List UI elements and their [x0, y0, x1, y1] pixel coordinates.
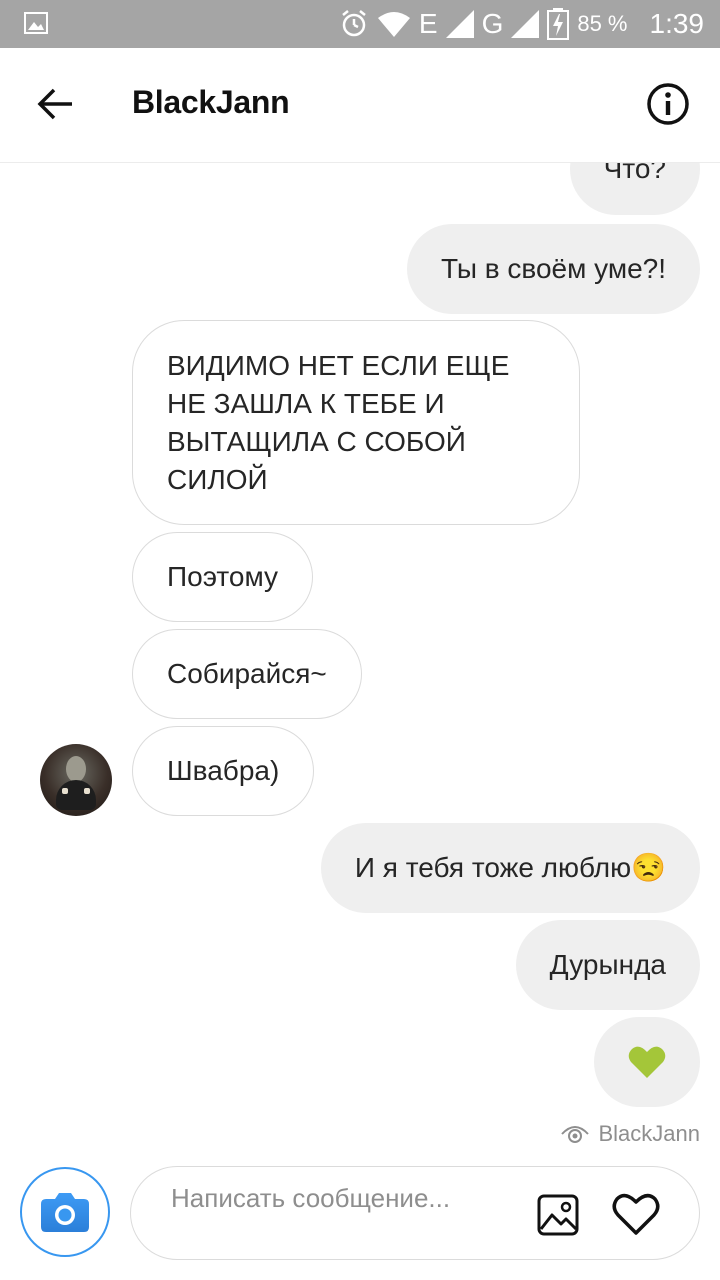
camera-icon: [41, 1193, 89, 1232]
gallery-icon[interactable]: [536, 1193, 580, 1237]
camera-button[interactable]: [20, 1167, 110, 1257]
eye-icon: [561, 1126, 590, 1143]
wifi-icon: [377, 12, 410, 37]
message-text: Ты в своём уме?!: [440, 253, 666, 284]
conversation-title[interactable]: BlackJann: [132, 84, 290, 121]
message-incoming[interactable]: Поэтому: [132, 532, 314, 622]
message-text: Поэтому: [167, 561, 279, 592]
clock: 1:39: [649, 8, 705, 39]
message-outgoing[interactable]: Что?: [569, 163, 700, 215]
sender-avatar[interactable]: [40, 744, 112, 816]
signal-icon: [445, 10, 474, 38]
seen-indicator: BlackJann: [560, 1121, 700, 1147]
message-outgoing[interactable]: Дурында: [515, 920, 700, 1010]
message-outgoing[interactable]: И я тебя тоже люблю😒: [320, 823, 700, 913]
message-incoming[interactable]: ВИДИМО НЕТ ЕСЛИ ЕЩЕ НЕ ЗАШЛА К ТЕБЕ И ВЫ…: [132, 320, 580, 525]
status-bar: E G 85 % 1:39: [0, 0, 720, 48]
message-text: ВИДИМО НЕТ ЕСЛИ ЕЩЕ НЕ ЗАШЛА К ТЕБЕ И ВЫ…: [167, 349, 510, 495]
like-heart-icon[interactable]: [611, 1191, 661, 1237]
message-text: Дурында: [549, 949, 666, 980]
message-composer: Написать сообщение...: [0, 1153, 720, 1280]
seen-by-label: BlackJann: [598, 1121, 700, 1146]
alarm-icon: [342, 10, 366, 37]
battery-percent: 85 %: [577, 11, 628, 36]
message-incoming[interactable]: Швабра): [132, 726, 315, 816]
message-text: Что?: [603, 163, 666, 184]
signal-icon-2: [511, 10, 540, 38]
back-arrow-icon[interactable]: [36, 84, 76, 124]
info-icon[interactable]: [646, 82, 690, 126]
message-outgoing-heart[interactable]: [594, 1017, 700, 1107]
battery-icon: [547, 8, 570, 40]
network-type-e: E: [418, 8, 438, 39]
image-notification-icon: [24, 12, 48, 34]
message-thread[interactable]: Что? Ты в своём уме?! ВИДИМО НЕТ ЕСЛИ ЕЩ…: [0, 163, 720, 1153]
message-text: Швабра): [167, 755, 280, 786]
message-text: Собирайся~: [167, 658, 327, 689]
message-input[interactable]: Написать сообщение...: [130, 1166, 700, 1260]
network-type-g: G: [481, 8, 504, 39]
message-text: И я тебя тоже люблю😒: [354, 852, 666, 883]
message-input-placeholder: Написать сообщение...: [171, 1183, 451, 1213]
message-incoming[interactable]: Собирайся~: [132, 629, 362, 719]
message-outgoing[interactable]: Ты в своём уме?!: [406, 224, 700, 314]
chat-header: BlackJann: [0, 48, 720, 163]
green-heart-icon: [628, 1046, 666, 1078]
